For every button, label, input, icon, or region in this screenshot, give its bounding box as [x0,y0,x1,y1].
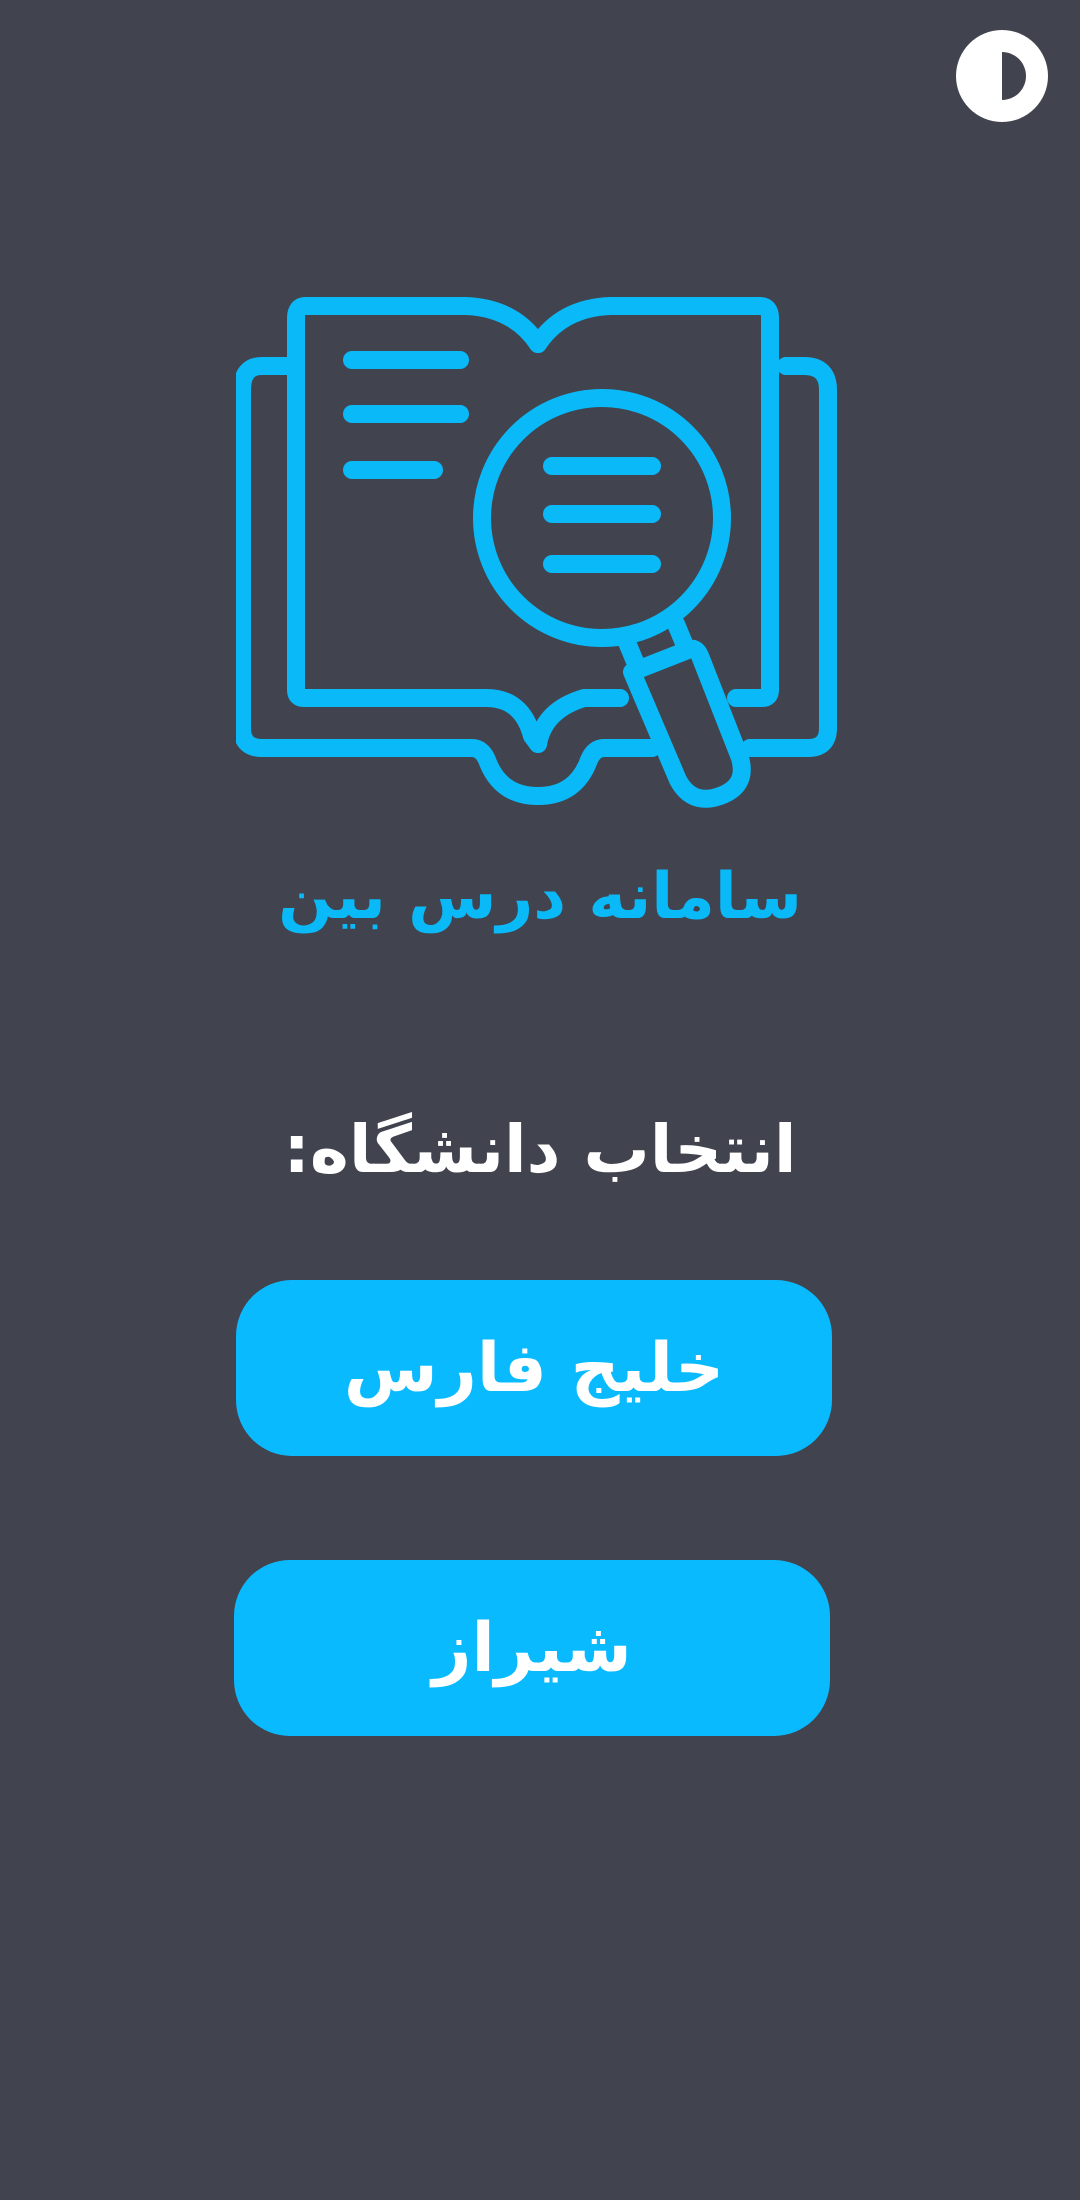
university-button-shiraz[interactable]: شیراز [234,1560,830,1736]
app-title: سامانه درس بین [278,860,802,934]
university-button-label: خلیج فارس [343,1328,725,1408]
book-search-icon [233,297,837,808]
hero-illustration [233,294,840,830]
university-button-label: شیراز [432,1608,632,1688]
university-selection-heading: انتخاب دانشگاه: [283,1111,797,1188]
theme-toggle-button[interactable] [954,28,1050,124]
contrast-icon [956,30,1048,122]
university-button-khalij-fars[interactable]: خلیج فارس [236,1280,832,1456]
